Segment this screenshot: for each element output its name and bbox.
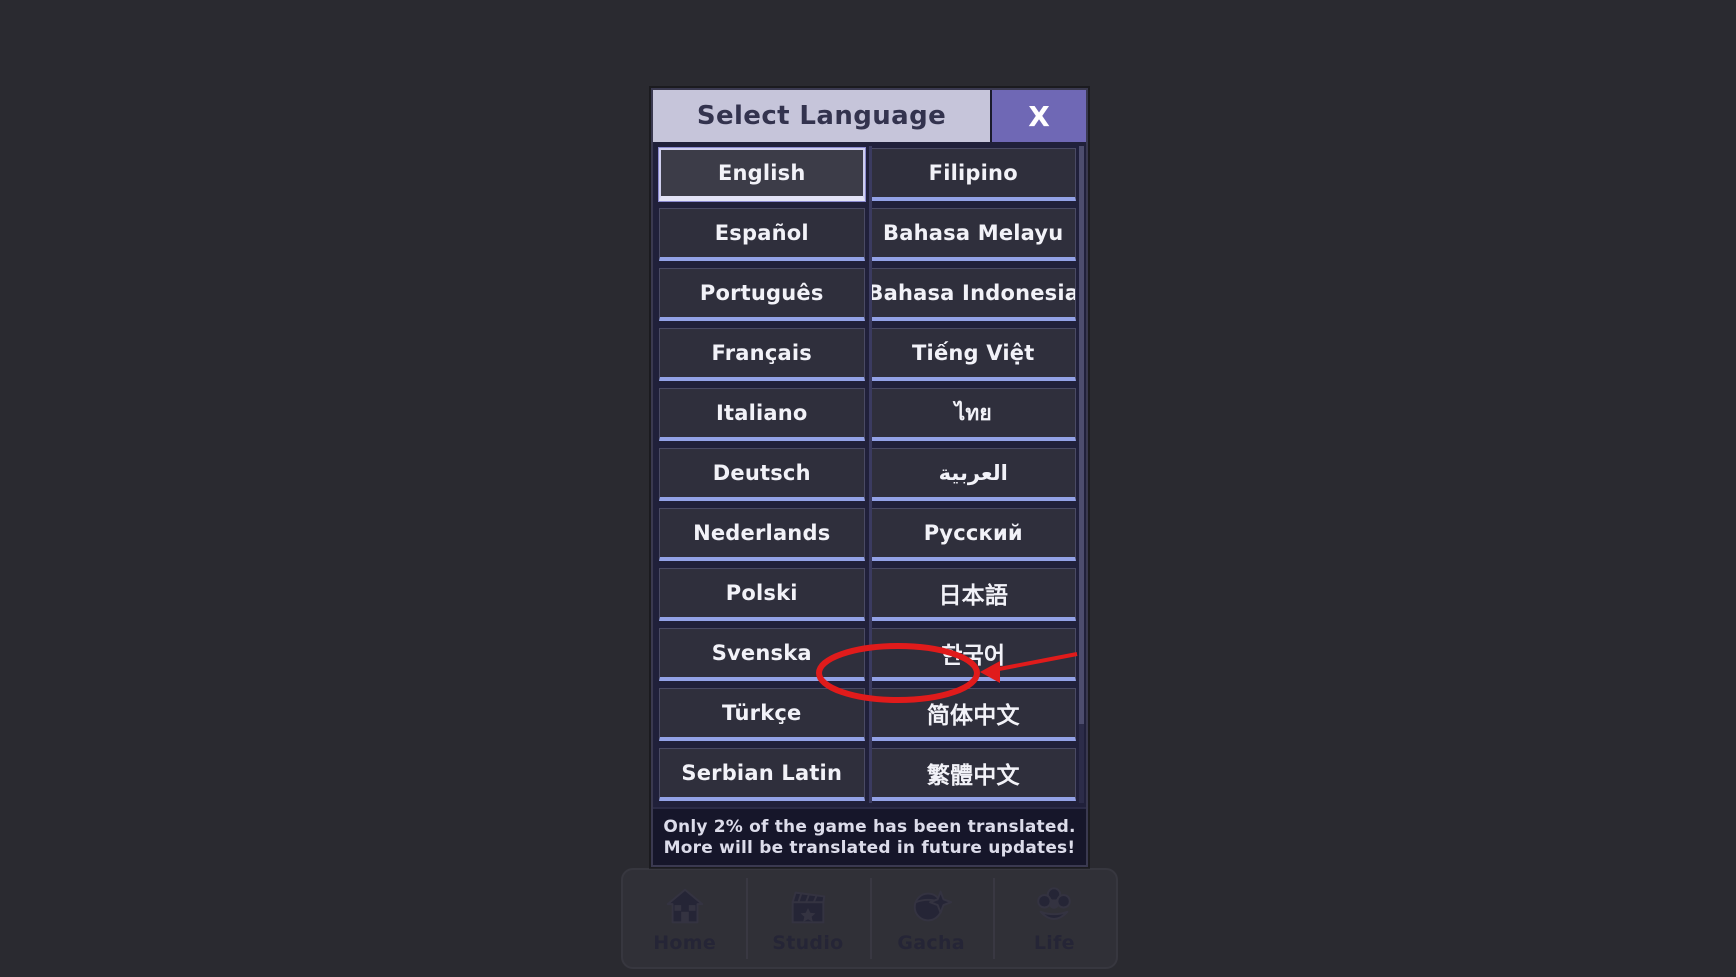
- language-option[interactable]: Serbian Latin: [659, 748, 865, 802]
- house-icon: [666, 888, 703, 923]
- language-option[interactable]: Filipino: [870, 148, 1076, 201]
- language-option[interactable]: Nederlands: [659, 508, 865, 562]
- translation-notice-line-2: More will be translated in future update…: [663, 837, 1076, 858]
- language-list: English Español Português Français Italiano D…: [653, 142, 1086, 807]
- language-option[interactable]: Tiếng Việt: [870, 328, 1076, 381]
- nav-label-home: Home: [653, 931, 717, 954]
- nav-label-life: Life: [1033, 931, 1075, 954]
- close-icon[interactable]: X: [990, 90, 1086, 142]
- nav-label-studio: Studio: [772, 931, 844, 954]
- nav-item-studio[interactable]: Studio: [746, 870, 869, 967]
- language-option[interactable]: 한국어: [870, 628, 1076, 681]
- language-option[interactable]: 日本語: [870, 568, 1076, 621]
- language-column-right: Filipino Bahasa Melayu Bahasa Indonesia Tiế…: [870, 148, 1076, 801]
- page-title: Select Language: [653, 90, 990, 142]
- nav-item-home[interactable]: Home: [623, 870, 746, 967]
- language-option[interactable]: Svenska: [659, 628, 865, 682]
- language-option[interactable]: ไทย: [870, 388, 1076, 441]
- language-option[interactable]: Deutsch: [659, 448, 865, 502]
- language-option[interactable]: العربية: [870, 448, 1076, 501]
- scrollbar[interactable]: [1079, 146, 1084, 803]
- language-option[interactable]: Polski: [659, 568, 865, 622]
- language-option[interactable]: Türkçe: [659, 688, 865, 742]
- translation-notice: Only 2% of the game has been translated.…: [653, 807, 1086, 865]
- language-column-left: English Español Português Français Italiano D…: [659, 148, 865, 802]
- bottom-navigation-bar: Home Studio Gacha Life: [621, 868, 1118, 969]
- clapperboard-icon: [791, 891, 826, 923]
- language-option[interactable]: Bahasa Indonesia: [870, 268, 1076, 321]
- language-option[interactable]: 简体中文: [870, 688, 1076, 741]
- language-option[interactable]: Français: [659, 328, 865, 382]
- translation-notice-line-1: Only 2% of the game has been translated.: [663, 816, 1076, 837]
- planet-star-icon: [913, 890, 953, 921]
- language-option[interactable]: Español: [659, 208, 865, 262]
- scrollbar-thumb[interactable]: [1079, 146, 1084, 725]
- language-option[interactable]: Русский: [870, 508, 1076, 561]
- language-option[interactable]: 繁體中文: [870, 748, 1076, 801]
- nav-item-life[interactable]: Life: [992, 870, 1116, 967]
- select-language-modal: Select Language X English Español Portuguê…: [651, 88, 1088, 867]
- nav-label-gacha: Gacha: [897, 931, 965, 954]
- nav-item-gacha[interactable]: Gacha: [869, 870, 993, 967]
- language-option[interactable]: Português: [659, 268, 865, 322]
- language-option[interactable]: Italiano: [659, 388, 865, 442]
- modal-header: Select Language X: [653, 90, 1086, 142]
- flower-icon: [1037, 886, 1072, 920]
- language-option[interactable]: Bahasa Melayu: [870, 208, 1076, 261]
- language-option[interactable]: English: [659, 148, 865, 202]
